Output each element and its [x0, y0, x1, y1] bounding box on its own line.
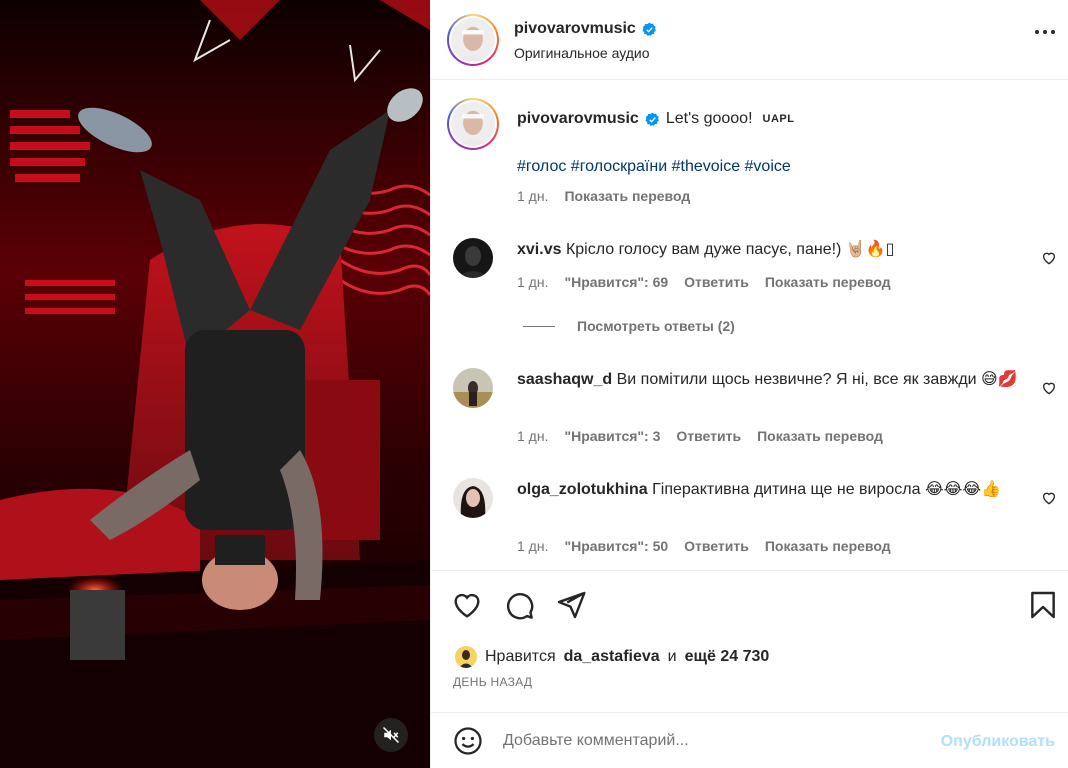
comment-input[interactable] [503, 725, 923, 757]
author-username-text[interactable]: pivovarovmusic [514, 20, 636, 38]
caption-tag-label[interactable]: UAPL [763, 113, 795, 125]
avatar-image [451, 18, 495, 62]
send-icon[interactable] [555, 589, 587, 621]
comment-reply-link[interactable]: Ответить [684, 538, 749, 554]
view-replies-button[interactable]: Посмотреть ответы (2) [523, 318, 735, 334]
more-options-icon[interactable] [1035, 30, 1055, 34]
comment-text: Крісло голосу вам дуже пасує, пане!) 🤘🏼🔥… [565, 241, 895, 258]
comment-like-count[interactable]: "Нравится": 50 [564, 538, 668, 554]
heart-icon[interactable] [451, 589, 483, 621]
emoji-icon[interactable] [453, 726, 483, 756]
view-replies-label[interactable]: Посмотреть ответы (2) [577, 318, 735, 334]
comment-translate-link[interactable]: Показать перевод [765, 538, 891, 554]
comment-body: olga_zolotukhina Гіперактивна дитина ще … [517, 478, 1037, 502]
caption-text: Let's goooo! [665, 110, 753, 127]
comment-translate-link[interactable]: Показать перевод [765, 274, 891, 290]
comment-username[interactable]: xvi.vs [517, 241, 561, 258]
caption-hashtags[interactable]: #голос #голоскраїни #thevoice #voice [517, 158, 791, 176]
caption-time[interactable]: 1 дн. [517, 188, 548, 204]
audio-link[interactable]: Оригинальное аудио [514, 45, 650, 61]
avatar-image [455, 646, 477, 668]
comment-like-count[interactable]: "Нравится": 69 [564, 274, 668, 290]
post-comment-button[interactable]: Опубликовать [941, 733, 1055, 751]
post-details-panel: pivovarovmusic Оригинальное аудио pivova… [430, 0, 1068, 768]
mute-button[interactable] [374, 718, 408, 752]
post-header: pivovarovmusic Оригинальное аудио [431, 0, 1068, 80]
comment-time[interactable]: 1 дн. [517, 538, 548, 554]
verified-badge-icon [642, 22, 656, 36]
avatar-image [453, 478, 493, 518]
muted-speaker-icon [382, 726, 400, 744]
post-date[interactable]: ДЕНЬ НАЗАД [453, 675, 532, 689]
comment-username[interactable]: olga_zolotukhina [517, 481, 648, 498]
likes-prefix: Нравится [485, 648, 556, 665]
comment-like-heart-icon[interactable] [1041, 490, 1057, 506]
comment-body: saashaqw_d Ви помітили щось незвичне? Я … [517, 368, 1037, 392]
post-video[interactable] [0, 0, 430, 768]
post-actions [431, 570, 1068, 640]
comment-text: Гіперактивна дитина ще не виросла 😂😂😂👍 [652, 481, 1001, 498]
video-frame [0, 0, 430, 768]
comment-like-heart-icon[interactable] [1041, 380, 1057, 396]
liker-username[interactable]: da_astafieva [564, 648, 660, 666]
likes-count-link[interactable]: ещё 24 730 [685, 648, 770, 666]
comment-meta: 1 дн. "Нравится": 3 Ответить Показать пе… [517, 428, 883, 444]
comment-meta: 1 дн. "Нравится": 50 Ответить Показать п… [517, 538, 891, 554]
caption-username[interactable]: pivovarovmusic [517, 110, 639, 128]
replies-divider [523, 325, 555, 327]
caption-avatar[interactable] [447, 98, 499, 150]
caption-line: pivovarovmusic Let's goooo! UAPL [517, 110, 794, 128]
comment-avatar[interactable] [453, 478, 493, 518]
comment-reply-link[interactable]: Ответить [684, 274, 749, 290]
likes-and: и [667, 648, 677, 665]
author-avatar[interactable] [447, 14, 499, 66]
comment-avatar[interactable] [453, 238, 493, 278]
bookmark-icon[interactable] [1027, 589, 1059, 621]
avatar-image [453, 368, 493, 408]
verified-badge-icon [645, 112, 659, 126]
comment-time[interactable]: 1 дн. [517, 274, 548, 290]
caption-meta: 1 дн. Показать перевод [517, 188, 690, 204]
add-comment-bar: Опубликовать [431, 712, 1068, 768]
comment-avatar[interactable] [453, 368, 493, 408]
avatar-image [451, 102, 495, 146]
comment-username[interactable]: saashaqw_d [517, 371, 612, 388]
avatar-image [453, 238, 493, 278]
comment-like-count[interactable]: "Нравится": 3 [564, 428, 660, 444]
comment-translate-link[interactable]: Показать перевод [757, 428, 883, 444]
comment-body: xvi.vs Крісло голосу вам дуже пасує, пан… [517, 238, 1037, 262]
comment-like-heart-icon[interactable] [1041, 250, 1057, 266]
comment-reply-link[interactable]: Ответить [676, 428, 741, 444]
comment-text: Ви помітили щось незвичне? Я ні, все як … [616, 371, 1018, 388]
author-username[interactable]: pivovarovmusic [514, 20, 657, 38]
comment-meta: 1 дн. "Нравится": 69 Ответить Показать п… [517, 274, 891, 290]
comment-icon[interactable] [503, 589, 535, 621]
comment-time[interactable]: 1 дн. [517, 428, 548, 444]
caption-translate-link[interactable]: Показать перевод [564, 188, 690, 204]
liker-avatar[interactable] [455, 646, 477, 668]
likes-summary: Нравится da_astafieva и ещё 24 730 [455, 646, 769, 668]
